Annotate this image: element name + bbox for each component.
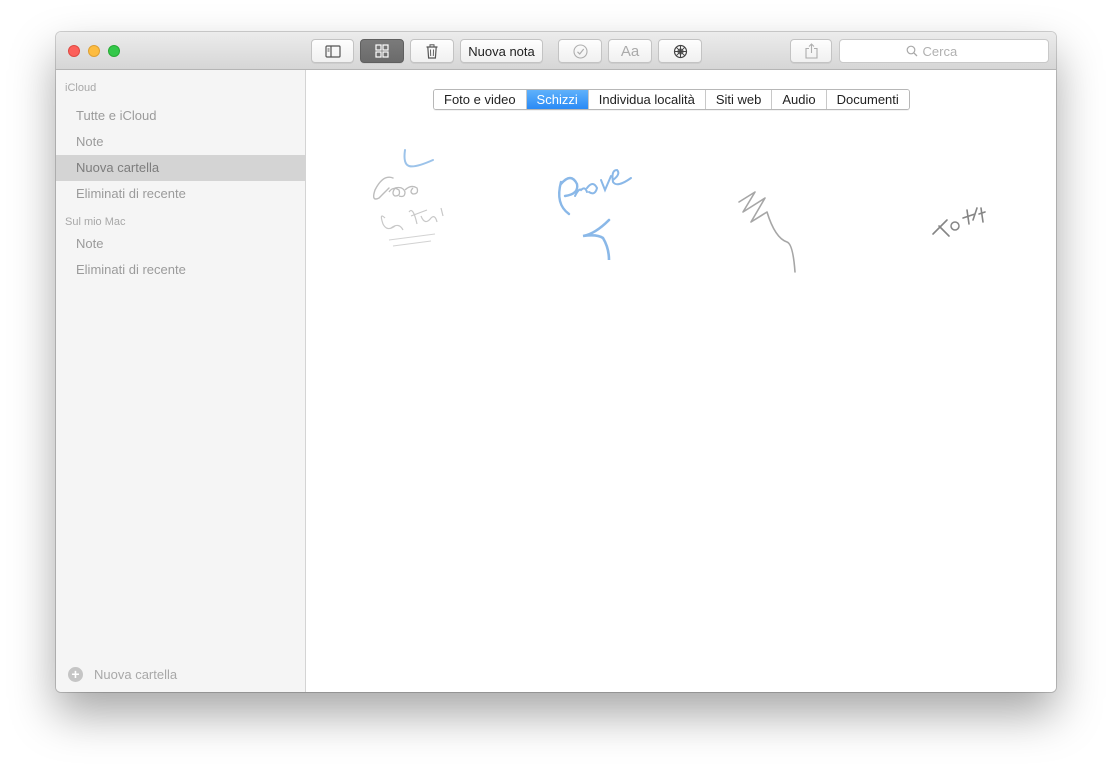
toolbar: Nuova nota Aa — [56, 32, 1056, 70]
close-button[interactable] — [68, 45, 80, 57]
sidebar-icon — [324, 44, 341, 58]
minimize-button[interactable] — [88, 45, 100, 57]
search-icon — [906, 45, 917, 57]
sidebar-item-recently-deleted-mac[interactable]: Eliminati di recente — [56, 257, 306, 283]
sidebar-item-new-folder[interactable]: Nuova cartella — [56, 155, 306, 181]
section-header-on-my-mac: Sul mio Mac — [65, 216, 126, 228]
sidebar-toggle-button[interactable] — [311, 39, 354, 63]
share-button[interactable] — [790, 39, 832, 63]
trash-icon — [426, 43, 438, 59]
new-folder-label: Nuova cartella — [94, 666, 178, 682]
notes-window: Nuova nota Aa Cerca iCloud Tutte e iClou… — [56, 32, 1056, 692]
sketch-thumbnail-2[interactable] — [547, 150, 637, 260]
attachments-icon — [673, 44, 687, 58]
tab-photos-videos[interactable]: Foto e video — [434, 90, 527, 109]
search-field[interactable] — [839, 39, 1049, 63]
tab-sketches[interactable]: Schizzi — [526, 90, 589, 109]
sidebar-item-recently-deleted-icloud[interactable]: Eliminati di recente — [56, 181, 306, 207]
search-input[interactable] — [922, 43, 983, 59]
new-note-button[interactable]: Nuova nota — [460, 39, 543, 63]
attachments-button[interactable] — [658, 39, 702, 63]
sidebar-item-all-icloud[interactable]: Tutte e iCloud — [56, 103, 306, 129]
grid-icon — [375, 44, 389, 58]
gallery-view-button[interactable] — [360, 39, 404, 63]
tab-documents[interactable]: Documenti — [826, 90, 909, 109]
share-icon — [804, 43, 818, 59]
sketch-thumbnail-1[interactable] — [365, 142, 455, 252]
sketch-thumbnail-4[interactable] — [929, 202, 989, 247]
attachments-browser: Foto e video Schizzi Individua località … — [307, 70, 1056, 692]
format-button[interactable]: Aa — [608, 39, 652, 63]
checklist-button[interactable] — [558, 39, 602, 63]
zoom-button[interactable] — [108, 45, 120, 57]
sidebar: iCloud Tutte e iCloud Note Nuova cartell… — [56, 70, 306, 692]
section-header-icloud: iCloud — [65, 82, 97, 94]
checkmark-circle-icon — [572, 43, 588, 59]
delete-button[interactable] — [410, 39, 454, 63]
tab-websites[interactable]: Siti web — [705, 90, 773, 109]
sidebar-item-notes-mac[interactable]: Note — [56, 231, 306, 257]
new-folder-button[interactable]: + Nuova cartella — [68, 665, 177, 683]
attachment-type-tabs: Foto e video Schizzi Individua località … — [433, 89, 910, 110]
plus-icon: + — [68, 666, 83, 682]
tab-audio[interactable]: Audio — [772, 90, 827, 109]
sidebar-item-notes-icloud[interactable]: Note — [56, 129, 306, 155]
sketch-thumbnail-3[interactable] — [735, 190, 805, 280]
tab-maps[interactable]: Individua località — [588, 90, 706, 109]
